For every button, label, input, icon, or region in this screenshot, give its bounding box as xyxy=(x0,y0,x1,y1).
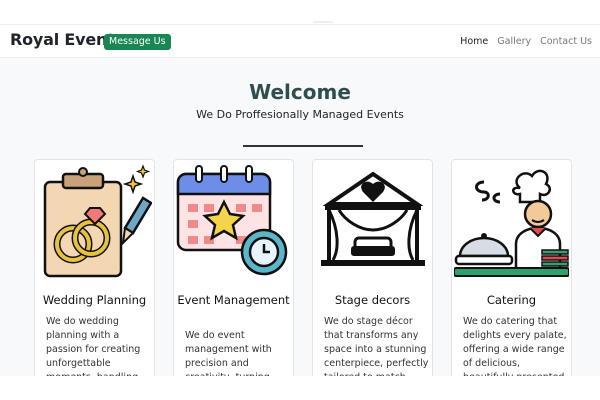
nav-links: Home Gallery Contact Us xyxy=(460,36,592,47)
title-divider xyxy=(243,145,363,147)
nav-link-home[interactable]: Home xyxy=(460,36,488,47)
nav-link-contact[interactable]: Contact Us xyxy=(540,36,592,47)
wedding-planning-icon xyxy=(43,164,152,278)
stage-decor-icon xyxy=(321,171,425,266)
card-title: Catering xyxy=(486,293,537,307)
chef-catering-icon xyxy=(454,169,569,277)
card-title: Stage decors xyxy=(334,293,411,307)
card-text: We do wedding planning with a passion fo… xyxy=(46,316,141,383)
top-notch xyxy=(313,21,333,23)
main-content: Welcome We Do Proffesionally Managed Eve… xyxy=(0,58,600,400)
page-subtitle: We Do Proffesionally Managed Events xyxy=(196,108,404,121)
event-calendar-icon xyxy=(176,165,288,276)
browser-top-strip xyxy=(0,0,600,24)
service-card-stage[interactable]: Stage decors We do stage décor that tran… xyxy=(312,159,433,400)
page-title: Welcome xyxy=(249,80,351,104)
bottom-strip xyxy=(0,376,600,400)
message-us-button[interactable]: Message Us xyxy=(104,34,171,50)
nav-link-gallery[interactable]: Gallery xyxy=(497,36,531,47)
navbar: Royal Events Message Us Home Gallery Con… xyxy=(0,24,600,58)
service-card-event[interactable]: Event Management We do event management … xyxy=(173,159,294,400)
service-card-wedding[interactable]: Wedding Planning We do wedding planning … xyxy=(34,159,155,400)
card-title: Wedding Planning xyxy=(42,293,147,307)
service-card-catering[interactable]: Catering We do catering that delights ev… xyxy=(451,159,572,400)
card-title: Event Management xyxy=(177,293,290,307)
